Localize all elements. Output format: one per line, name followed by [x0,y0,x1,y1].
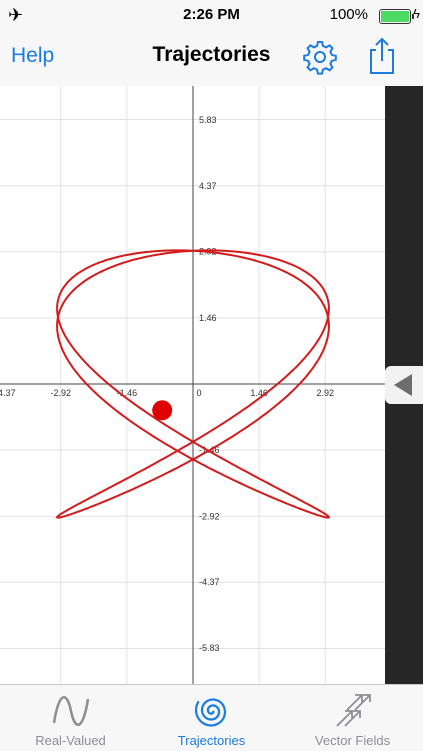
tab-label: Vector Fields [314,733,391,748]
gear-icon[interactable] [301,38,339,76]
y-tick-label: 1.46 [199,313,217,323]
plot-axes [0,86,385,684]
tab-trajectories[interactable]: Trajectories [141,685,282,751]
tab-bar: Real-Valued Trajectories Vector Fields [0,684,423,751]
trajectory-point[interactable] [152,400,173,421]
tab-vector-fields[interactable]: Vector Fields [282,685,423,751]
battery-icon [379,9,414,24]
y-tick-label: -2.92 [199,511,220,521]
y-tick-label: 5.83 [199,115,217,125]
x-tick-label: 0 [196,388,201,398]
y-tick-label: 4.37 [199,181,217,191]
sine-wave-icon [52,696,89,726]
y-tick-label: -4.37 [199,577,220,587]
page-title: Trajectories [152,43,271,66]
x-tick-label: 2.92 [317,388,335,398]
vector-arrows-icon [335,694,371,727]
triangle-left-icon [394,374,412,396]
battery-percentage: 100% [329,6,368,23]
side-panel [385,86,423,684]
y-tick-label: -5.83 [199,643,220,653]
trajectory-plot[interactable]: -4.37-2.92-1.4601.462.925.834.372.921.46… [0,86,385,684]
navigation-bar: Help Trajectories [0,30,423,87]
tab-label: Real-Valued [35,733,106,748]
x-tick-label: -4.37 [0,388,16,398]
panel-toggle-button[interactable] [385,366,423,404]
status-bar: ✈ 2:26 PM 100% ϟ [0,0,423,30]
charging-icon: ϟ [413,6,420,21]
spiral-icon [194,698,226,727]
share-icon[interactable] [364,36,400,76]
tab-label: Trajectories [177,733,246,748]
tab-real-valued[interactable]: Real-Valued [0,685,141,751]
x-tick-label: -2.92 [50,388,71,398]
